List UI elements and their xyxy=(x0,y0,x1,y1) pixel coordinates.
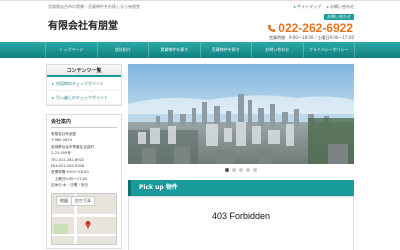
company-closed: 定休日:水・日曜・祝日 xyxy=(51,183,89,188)
pickup-frame: 403 Forbidden xyxy=(128,196,354,250)
slider-dot[interactable] xyxy=(253,168,257,172)
slider-dot[interactable] xyxy=(246,168,250,172)
phone-number[interactable]: 022-262-6922 xyxy=(278,21,353,35)
slider-dot[interactable] xyxy=(232,168,236,172)
pickup-heading: Pick up 物件 xyxy=(128,180,354,196)
embedded-map[interactable]: 地図 航空写真 xyxy=(51,192,117,245)
company-info-box: 会社案内 有限会社有朋堂 〒980-0824 宮城県仙台市青葉区支倉町 2-23… xyxy=(46,114,122,249)
contact-badge[interactable]: お問い合わせ xyxy=(324,14,354,20)
contact-link[interactable]: お問い合わせ xyxy=(327,4,354,10)
map-tab-map[interactable]: 地図 xyxy=(57,197,71,205)
map-road xyxy=(52,233,116,236)
nav-item-company[interactable]: 会社紹介 xyxy=(96,42,149,58)
nav-item-rental[interactable]: 賃貸物件を探す xyxy=(148,42,200,58)
sidebar-link-viewing[interactable]: 内見時のチェックポイント xyxy=(47,77,121,91)
site-header: 宮城県仙台市の賃貸・売買物件をお探しなら有朋堂 有限会社有朋堂 サイトマップ お… xyxy=(0,0,400,42)
content-list-box: コンテンツ一覧 内見時のチェックポイント 引っ越しのチェックポイント xyxy=(46,64,122,106)
main-nav: トップページ 会社紹介 賃貸物件を探す 売買物件を探す お問い合わせ プライバシ… xyxy=(0,42,400,58)
sidebar-link-moving[interactable]: 引っ越しのチェックポイント xyxy=(47,91,121,105)
top-links: サイトマップ お問い合わせ xyxy=(294,4,354,10)
map-park-area xyxy=(54,223,68,234)
company-info-title: 会社案内 xyxy=(51,118,117,128)
content-list-title: コンテンツ一覧 xyxy=(47,65,121,77)
sitemap-link[interactable]: サイトマップ xyxy=(294,4,321,10)
business-hours: 営業時間：9:00～18:00／土曜日9:00～17:00 xyxy=(268,35,354,40)
nav-item-sale[interactable]: 売買物件を探す xyxy=(199,42,252,58)
cityscape-photo xyxy=(128,64,354,164)
nav-item-home[interactable]: トップページ xyxy=(45,42,97,58)
map-tab-satellite[interactable]: 航空写真 xyxy=(71,196,94,205)
map-road xyxy=(52,213,116,217)
site-title[interactable]: 有限会社有朋堂 xyxy=(48,17,118,32)
map-pin-icon xyxy=(85,220,91,229)
hero-slider[interactable] xyxy=(128,64,354,164)
slider-dot[interactable] xyxy=(239,168,243,172)
sidebar: コンテンツ一覧 内見時のチェックポイント 引っ越しのチェックポイント 会社案内 … xyxy=(46,64,122,249)
phone-icon xyxy=(268,24,276,32)
main-content: Pick up 物件 403 Forbidden xyxy=(128,64,354,250)
phone-row: 022-262-6922 xyxy=(267,21,353,35)
slider-dot[interactable] xyxy=(225,168,229,172)
error-message: 403 Forbidden xyxy=(211,211,271,221)
site-tagline: 宮城県仙台市の賃貸・売買物件をお探しなら有朋堂 xyxy=(48,4,140,9)
nav-item-contact[interactable]: お問い合わせ xyxy=(251,42,303,58)
slider-dots xyxy=(128,168,354,172)
nav-item-privacy[interactable]: プライバシーポリシー xyxy=(302,42,355,58)
page: 宮城県仙台市の賃貸・売買物件をお探しなら有朋堂 有限会社有朋堂 サイトマップ お… xyxy=(0,0,400,250)
map-type-tabs: 地図 航空写真 xyxy=(56,195,95,206)
